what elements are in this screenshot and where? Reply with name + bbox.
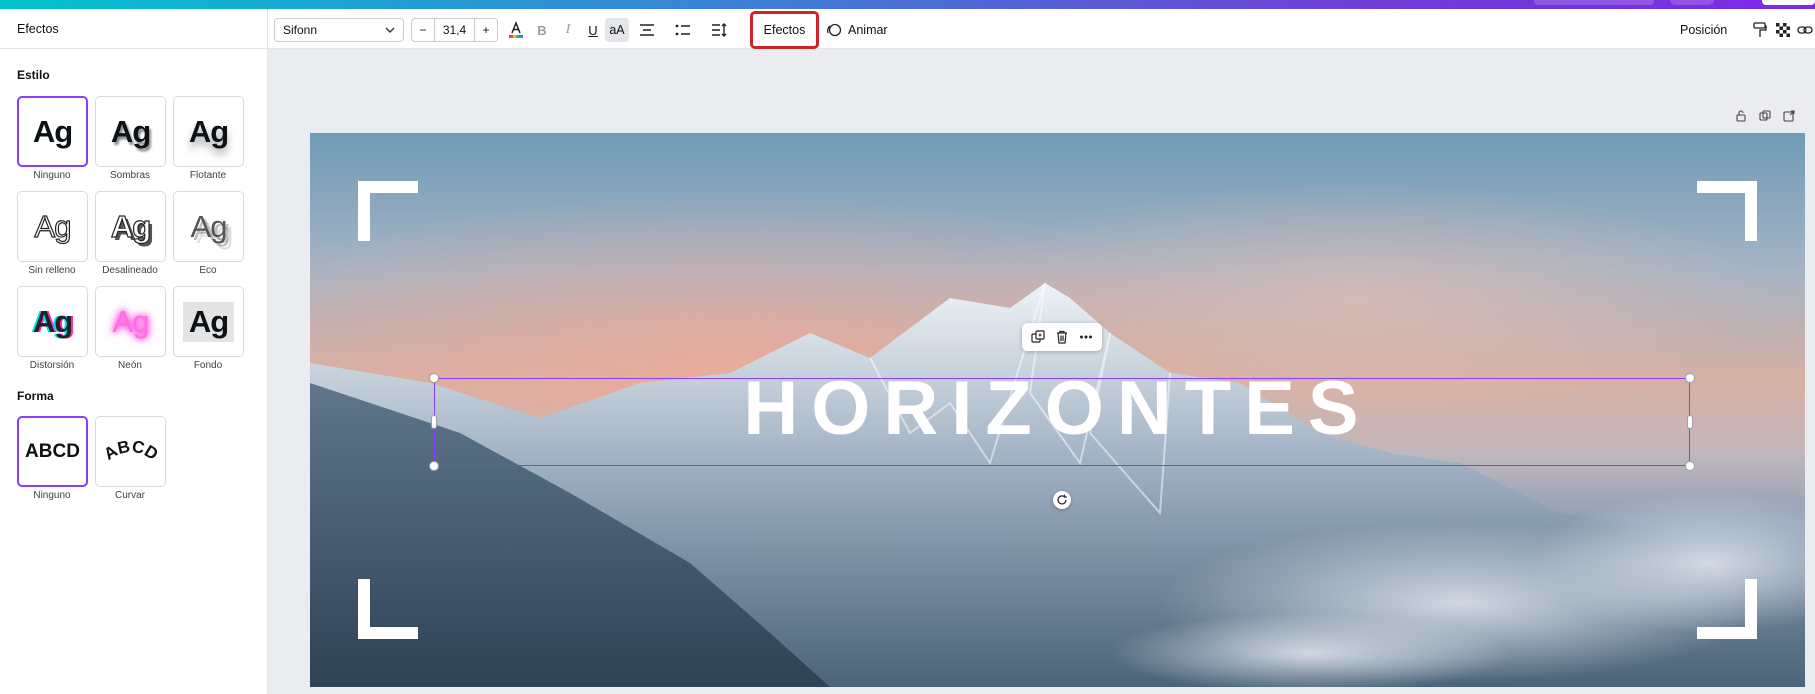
copy-style-button[interactable] xyxy=(1748,18,1772,42)
chevron-down-icon xyxy=(385,27,395,33)
frame-corner-bottom-right xyxy=(1697,579,1757,639)
style-flotante[interactable]: Ag xyxy=(173,96,244,167)
style-label: Sombras xyxy=(109,170,150,181)
style-preview: Ag xyxy=(112,303,150,339)
duplicate-page-icon[interactable] xyxy=(1759,110,1771,122)
style-preview: Ag xyxy=(182,301,235,342)
font-name: Sifonn xyxy=(283,23,318,37)
style-sin-relleno[interactable]: Ag xyxy=(17,191,88,262)
underline-button[interactable]: U xyxy=(581,18,605,42)
text-color-button[interactable] xyxy=(504,18,528,42)
animate-icon xyxy=(826,23,842,37)
shape-ninguno[interactable]: ABCD xyxy=(17,416,88,487)
curved-text-preview: ABCD xyxy=(101,436,161,463)
frame-corner-top-right xyxy=(1697,181,1757,241)
style-label: Distorsión xyxy=(29,360,75,371)
posicion-button[interactable]: Posición xyxy=(1680,18,1727,42)
style-label: Sin relleno xyxy=(28,265,76,276)
page-tools xyxy=(1735,110,1795,122)
panel-header: Efectos xyxy=(0,9,267,49)
paint-roller-icon xyxy=(1753,22,1767,37)
style-label: Desalineado xyxy=(102,265,158,276)
bullet-list-icon xyxy=(675,24,690,36)
font-size-stepper: − 31,4 + xyxy=(411,18,498,42)
style-label: Fondo xyxy=(193,360,223,371)
forma-section-title: Forma xyxy=(17,389,54,403)
style-distorsion[interactable]: Ag xyxy=(17,286,88,357)
resize-handle-bottom-left[interactable] xyxy=(429,461,439,471)
bold-button[interactable]: B xyxy=(530,18,554,42)
selection-box[interactable] xyxy=(429,373,1695,471)
avatar[interactable] xyxy=(1670,0,1714,5)
style-label: Ninguno xyxy=(33,170,71,181)
share-button[interactable] xyxy=(1762,0,1815,5)
style-fondo[interactable]: Ag xyxy=(173,286,244,357)
style-label: Eco xyxy=(199,265,217,276)
align-center-icon xyxy=(640,24,654,36)
add-page-icon[interactable] xyxy=(1783,110,1795,122)
style-preview: Ag xyxy=(188,113,229,149)
resize-handle-bottom-right[interactable] xyxy=(1685,461,1695,471)
resize-handle-top-left[interactable] xyxy=(429,373,439,383)
style-preview: Ag xyxy=(110,113,151,149)
design-page[interactable]: HORIZONTES xyxy=(310,133,1805,687)
duplicate-icon[interactable] xyxy=(1031,330,1045,344)
frame-corner-bottom-left xyxy=(358,579,418,639)
rotate-icon xyxy=(1057,494,1067,505)
text-color-icon xyxy=(509,21,523,38)
resize-handle-top-right[interactable] xyxy=(1685,373,1695,383)
transparency-icon xyxy=(1776,23,1790,37)
top-bar-button[interactable] xyxy=(1534,0,1654,5)
style-sombras[interactable]: Ag xyxy=(95,96,166,167)
panel-title: Efectos xyxy=(17,21,59,36)
shape-label: Ninguno xyxy=(33,490,71,501)
animar-button[interactable]: Animar xyxy=(826,18,888,42)
frame-corner-top-left xyxy=(358,181,418,241)
style-preview: Ag xyxy=(34,208,72,244)
element-context-menu xyxy=(1022,323,1102,351)
list-button[interactable] xyxy=(671,18,695,42)
font-size-input[interactable]: 31,4 xyxy=(434,19,475,41)
style-preview: Ag xyxy=(190,208,228,244)
transparency-button[interactable] xyxy=(1771,18,1795,42)
efectos-button[interactable]: Efectos xyxy=(750,11,819,49)
text-toolbar: Sifonn − 31,4 + B I U aA Efectos Animar … xyxy=(268,9,1815,49)
resize-handle-left[interactable] xyxy=(431,415,437,429)
decrease-size-button[interactable]: − xyxy=(412,23,434,37)
trash-icon[interactable] xyxy=(1055,330,1069,344)
animar-label: Animar xyxy=(848,23,888,37)
svg-text:ABCD: ABCD xyxy=(101,436,161,463)
italic-button[interactable]: I xyxy=(556,18,580,42)
style-ninguno[interactable]: Ag xyxy=(17,96,88,167)
line-spacing-icon xyxy=(712,23,727,37)
top-app-bar xyxy=(0,0,1815,9)
effects-panel: Efectos Estilo Ag Ninguno Ag Sombras Ag … xyxy=(0,9,268,694)
spacing-button[interactable] xyxy=(707,18,731,42)
style-neon[interactable]: Ag xyxy=(95,286,166,357)
link-icon xyxy=(1797,26,1813,34)
style-label: Neón xyxy=(118,360,142,371)
link-button[interactable] xyxy=(1793,18,1815,42)
style-label: Flotante xyxy=(189,170,227,181)
style-eco[interactable]: Ag xyxy=(173,191,244,262)
more-options-icon[interactable] xyxy=(1079,330,1093,344)
shape-label: Curvar xyxy=(114,490,145,501)
font-dropdown[interactable]: Sifonn xyxy=(274,18,404,42)
resize-handle-right[interactable] xyxy=(1687,415,1693,429)
rotate-handle[interactable] xyxy=(1053,491,1071,509)
shape-preview: ABCD xyxy=(25,440,80,462)
lock-icon[interactable] xyxy=(1735,110,1747,122)
style-desalineado[interactable]: Ag xyxy=(95,191,166,262)
style-preview: Ag xyxy=(32,113,73,149)
estilo-section-title: Estilo xyxy=(17,68,50,82)
style-preview: Ag xyxy=(32,303,73,339)
shape-curvar[interactable]: ABCD xyxy=(95,416,166,487)
increase-size-button[interactable]: + xyxy=(475,23,497,37)
style-preview: Ag xyxy=(110,208,152,244)
align-button[interactable] xyxy=(635,18,659,42)
letter-case-button[interactable]: aA xyxy=(605,18,629,42)
